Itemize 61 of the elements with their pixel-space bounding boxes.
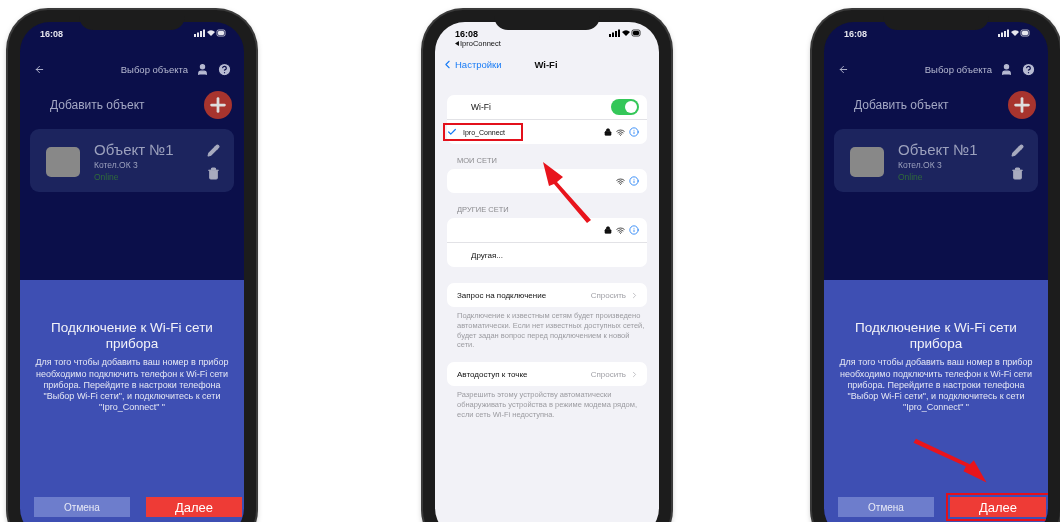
wifi-icon [616,127,625,137]
trash-icon[interactable] [1011,166,1024,180]
chevron-right-icon [630,290,639,300]
object-name: Объект №1 [94,141,175,158]
object-card[interactable]: Объект №1 Котел.ОК 3 Online [834,129,1038,192]
back-triangle-icon [455,41,459,46]
dialog-title: Подключение к Wi-Fi сети прибора [854,320,1018,353]
signal-wifi-battery-icon [609,29,641,37]
back-arrow-icon[interactable] [34,64,45,75]
plus-icon [207,94,229,116]
wifi-icon [616,176,625,186]
screen-title: Wi-Fi [534,59,558,70]
person-icon[interactable] [1000,63,1013,76]
object-model: Котел.ОК 3 [94,160,139,170]
status-time: 16:08 [40,29,64,39]
object-status: Online [94,172,120,182]
device-image-placeholder [46,146,80,177]
dialog-text: Для того чтобы добавить ваш номер в прибор необходимо подключить телефон к Wi-Fi сети прибора. Перейдите в настроки телефона "Выбор Wi-Fi сети", и подключитесь к сети "Ipro_Connect" " [34,357,230,414]
lock-icon [604,226,612,234]
option-value: Спросить [590,290,626,300]
signal-wifi-battery-icon [998,29,1030,37]
option-label: Запрос на подключение [457,290,547,300]
back-arrow-icon[interactable] [838,64,849,75]
help-icon[interactable] [217,62,232,77]
screen-title: Выбор объекта [120,64,188,75]
object-model: Котел.ОК 3 [898,160,943,170]
dialog-title: Подключение к Wi-Fi сети прибора [50,320,214,353]
person-icon[interactable] [196,63,209,76]
trash-icon[interactable] [207,166,220,180]
status-time: 16:08 [455,29,480,39]
add-object-button[interactable] [1008,91,1036,119]
edit-icon[interactable] [1011,143,1024,157]
add-object-label: Добавить объект [854,98,949,112]
other-network-item[interactable]: Другая... [471,250,503,260]
help-icon[interactable] [1021,62,1036,77]
lock-icon [604,128,612,136]
option-row[interactable]: Автодоступ к точке Спросить [447,362,647,386]
option-row[interactable]: Запрос на подключение Спросить [447,283,647,307]
wifi-label: Wi-Fi [471,102,491,112]
object-card[interactable]: Объект №1 Котел.ОК 3 Online [30,129,234,192]
screen-title: Выбор объекта [924,64,992,75]
next-button[interactable]: Далее [950,497,1046,517]
status-time: 16:08 [844,29,868,39]
add-object-label: Добавить объект [50,98,145,112]
dialog-text: Для того чтобы добавить ваш номер в прибор необходимо подключить телефон к Wi-Fi сети прибора. Перейдите в настроки телефона "Выбор Wi-Fi сети", и подключитесь к сети "Ipro_Connect" " [838,357,1034,414]
edit-icon[interactable] [207,143,220,157]
wifi-toggle[interactable] [611,99,639,115]
chevron-right-icon [630,369,639,379]
option-value: Спросить [590,369,626,379]
object-status: Online [898,172,924,182]
device-image-placeholder [850,146,884,177]
next-button[interactable]: Далее [146,497,242,517]
add-object-button[interactable] [204,91,232,119]
wifi-icon [616,225,625,235]
plus-icon [1011,94,1033,116]
signal-wifi-battery-icon [194,29,226,37]
back-link[interactable]: Настройки [441,58,535,71]
option-label: Автодоступ к точке [457,369,528,379]
cancel-button[interactable]: Отмена [34,497,130,517]
object-name: Объект №1 [898,141,979,158]
cancel-button[interactable]: Отмена [838,497,934,517]
